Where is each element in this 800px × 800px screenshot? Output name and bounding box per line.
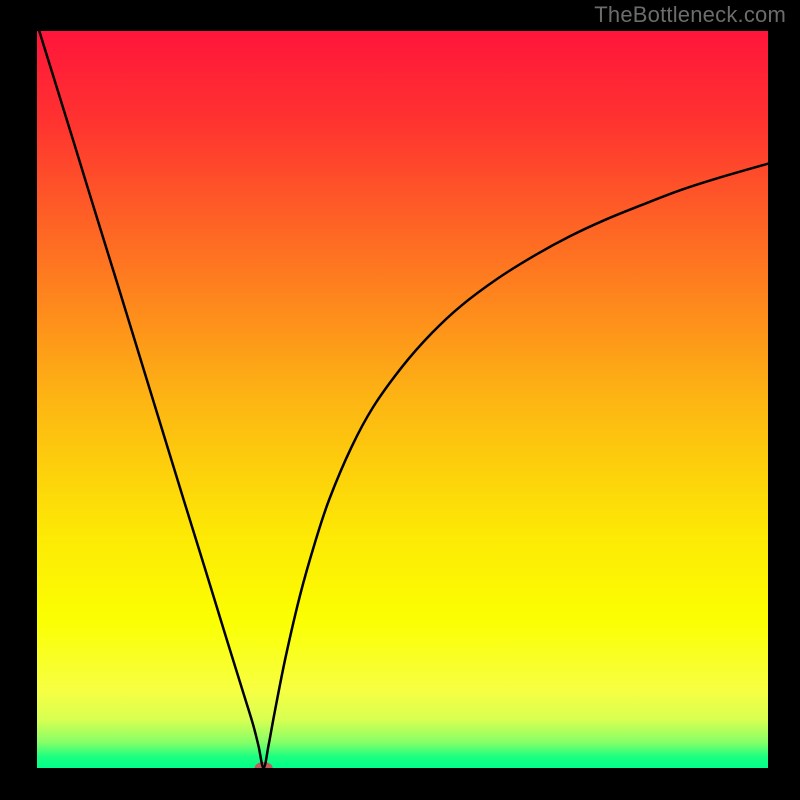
gradient-background	[37, 31, 768, 768]
bottleneck-chart	[0, 0, 800, 800]
chart-frame: TheBottleneck.com	[0, 0, 800, 800]
